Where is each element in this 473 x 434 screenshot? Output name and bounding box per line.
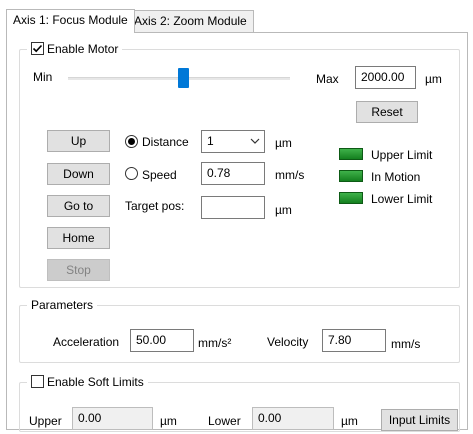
velocity-unit-label: mm/s [391, 337, 421, 351]
soft-limits-header: Enable Soft Limits [27, 375, 148, 391]
velocity-label: Velocity [267, 335, 309, 349]
reset-button[interactable]: Reset [356, 101, 418, 123]
acceleration-field[interactable]: 50.00 [130, 329, 194, 352]
acceleration-unit-label: mm/s² [198, 336, 232, 350]
position-slider-thumb[interactable] [177, 68, 189, 88]
enable-motor-label[interactable]: Enable Motor [47, 42, 118, 56]
lower-limit-label: Lower Limit [371, 192, 433, 206]
upper-limit-led [339, 148, 363, 160]
parameters-group [19, 305, 460, 363]
parameters-title: Parameters [27, 298, 98, 312]
lower-limit-field[interactable]: 0.00 [252, 407, 334, 430]
up-button[interactable]: Up [47, 130, 110, 152]
down-button[interactable]: Down [47, 163, 110, 185]
radio-selected-dot [128, 138, 135, 145]
upper-limit-field[interactable]: 0.00 [72, 407, 153, 430]
velocity-field[interactable]: 7.80 [322, 329, 386, 352]
lower-label: Lower [208, 414, 241, 428]
target-pos-label: Target pos: [125, 199, 185, 213]
tab-focus-module[interactable]: Axis 1: Focus Module [6, 9, 135, 33]
max-value-field[interactable]: 2000.00 [355, 66, 416, 89]
stop-button[interactable]: Stop [47, 259, 110, 281]
speed-radio[interactable] [125, 167, 138, 180]
target-unit-label: µm [275, 203, 292, 217]
enable-motor-checkbox[interactable] [31, 42, 44, 55]
speed-field[interactable]: 0.78 [201, 162, 265, 185]
target-pos-field[interactable] [201, 196, 265, 219]
min-label: Min [33, 70, 53, 84]
goto-button[interactable]: Go to [47, 195, 110, 217]
upper-label: Upper [29, 414, 62, 428]
distance-radio[interactable] [125, 135, 138, 148]
max-unit-label: µm [425, 72, 442, 86]
upper-unit-label: µm [160, 414, 177, 428]
acceleration-label: Acceleration [53, 335, 120, 349]
enable-soft-limits-label[interactable]: Enable Soft Limits [47, 375, 144, 389]
distance-select-value: 1 [207, 134, 214, 148]
chevron-down-icon [250, 135, 260, 150]
speed-label[interactable]: Speed [142, 168, 177, 182]
enable-soft-limits-checkbox[interactable] [31, 375, 44, 388]
lower-unit-label: µm [341, 414, 358, 428]
checkmark-icon [32, 44, 43, 53]
distance-select[interactable]: 1 [201, 130, 265, 153]
lower-limit-led [339, 192, 363, 204]
speed-unit-label: mm/s [275, 168, 305, 182]
motor-group-header: Enable Motor [27, 42, 123, 58]
distance-label[interactable]: Distance [142, 135, 189, 149]
input-limits-button[interactable]: Input Limits [381, 409, 458, 431]
in-motion-led [339, 170, 363, 182]
max-label: Max [316, 72, 339, 86]
distance-unit-label: µm [275, 136, 292, 150]
home-button[interactable]: Home [47, 227, 110, 249]
upper-limit-label: Upper Limit [371, 148, 433, 162]
tab-zoom-module[interactable]: Axis 2: Zoom Module [127, 10, 254, 32]
in-motion-label: In Motion [371, 170, 421, 184]
